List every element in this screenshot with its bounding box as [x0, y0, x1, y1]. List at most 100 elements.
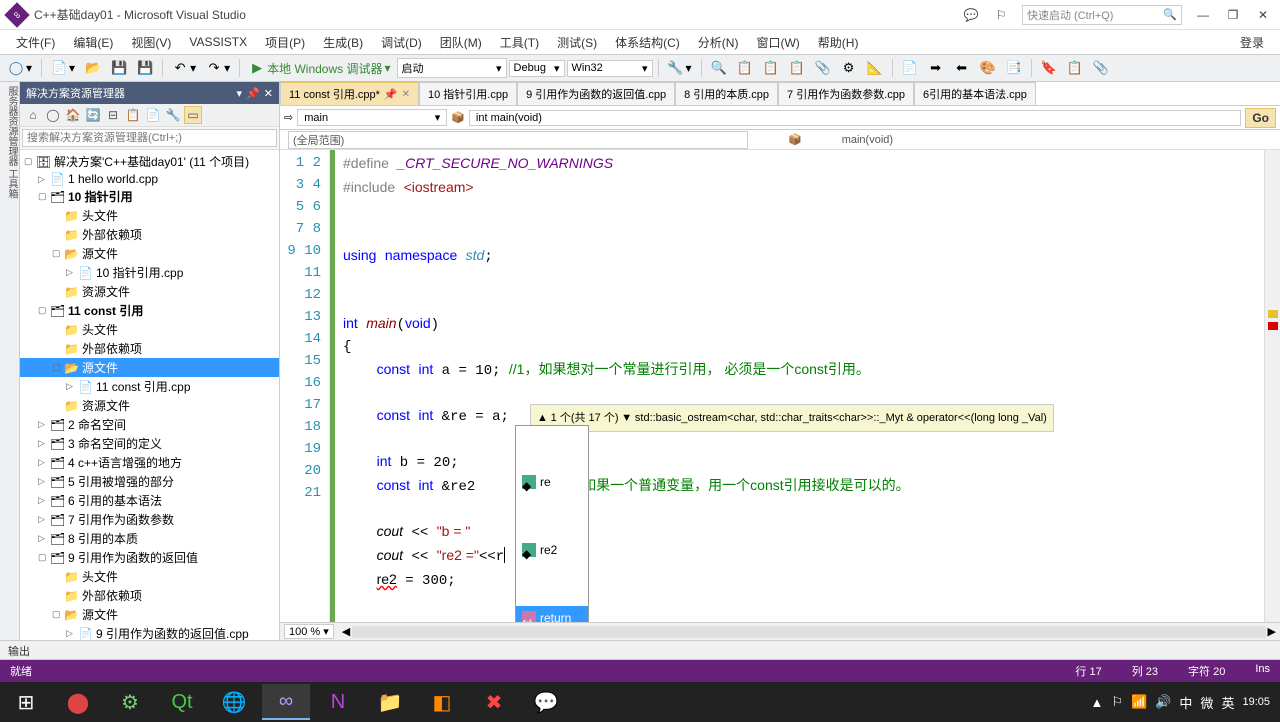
- intellisense-item-selected[interactable]: ↩return: [516, 606, 588, 622]
- tree-item[interactable]: ▷📄1 hello world.cpp: [20, 171, 279, 187]
- scope-left-dropdown[interactable]: (全局范围): [288, 131, 748, 149]
- tray-clock[interactable]: 19:05: [1242, 696, 1270, 708]
- tb-icon-9[interactable]: 📄: [898, 58, 922, 78]
- config-dropdown[interactable]: Debug▾: [509, 60, 565, 77]
- tree-item[interactable]: 📁资源文件: [20, 396, 279, 415]
- tree-item[interactable]: 📁头文件: [20, 206, 279, 225]
- tab[interactable]: 8 引用的本质.cpp: [675, 82, 778, 105]
- tree-item[interactable]: ▷📄11 const 引用.cpp: [20, 377, 279, 396]
- zoom-dropdown[interactable]: 100 % ▾: [284, 624, 334, 639]
- tab[interactable]: 7 引用作为函数参数.cpp: [778, 82, 914, 105]
- tree-item[interactable]: ▷🗂6 引用的基本语法: [20, 491, 279, 510]
- intellisense-list[interactable]: ◆re ◆re2 ↩return ↩rewind: [515, 425, 589, 622]
- menu-build[interactable]: 生成(B): [315, 32, 371, 53]
- tree-item[interactable]: ▷🗂4 c++语言增强的地方: [20, 453, 279, 472]
- tb-icon-1[interactable]: 🔧▾: [664, 58, 696, 78]
- tb-icon-7[interactable]: ⚙: [837, 58, 861, 78]
- properties-icon[interactable]: 🔧: [164, 106, 182, 124]
- scroll-marker[interactable]: [1264, 150, 1280, 622]
- tab[interactable]: 10 指针引用.cpp: [419, 82, 517, 105]
- menu-help[interactable]: 帮助(H): [810, 32, 867, 53]
- tb-icon-10[interactable]: ➡: [924, 58, 948, 78]
- tray-ime-icon[interactable]: 中: [1179, 693, 1192, 712]
- menu-analyze[interactable]: 分析(N): [690, 32, 747, 53]
- preview-icon[interactable]: ▭: [184, 106, 202, 124]
- menu-project[interactable]: 项目(P): [257, 32, 313, 53]
- menu-window[interactable]: 窗口(W): [748, 32, 807, 53]
- close-icon[interactable]: ✕: [264, 87, 273, 100]
- task-chrome-icon[interactable]: 🌐: [210, 684, 258, 720]
- save-button[interactable]: 💾: [107, 58, 131, 78]
- tb-icon-16[interactable]: 📎: [1089, 58, 1113, 78]
- tray-ime-icon-2[interactable]: 微: [1200, 693, 1213, 712]
- tree-item[interactable]: 📁外部依赖项: [20, 225, 279, 244]
- tray-up-icon[interactable]: ▲: [1091, 695, 1104, 710]
- hscroll-right-icon[interactable]: ▶: [1268, 625, 1276, 638]
- tray-network-icon[interactable]: 📶: [1131, 694, 1147, 710]
- filter-icon[interactable]: 📋: [124, 106, 142, 124]
- tb-icon-15[interactable]: 📋: [1063, 58, 1087, 78]
- restore-button[interactable]: ❐: [1224, 6, 1242, 24]
- task-explorer-icon[interactable]: 📁: [366, 684, 414, 720]
- tab-active[interactable]: 11 const 引用.cpp* 📌 ✕: [280, 81, 419, 105]
- menu-tools[interactable]: 工具(T): [492, 32, 547, 53]
- menu-architecture[interactable]: 体系结构(C): [607, 32, 688, 53]
- chat-icon[interactable]: 💬: [962, 6, 980, 24]
- quick-launch-input[interactable]: 快速启动 (Ctrl+Q) 🔍: [1022, 5, 1182, 25]
- back-button[interactable]: ◯▾: [4, 58, 36, 78]
- show-all-icon[interactable]: 📄: [144, 106, 162, 124]
- minimize-button[interactable]: —: [1194, 6, 1212, 24]
- tree-item[interactable]: ▢📂源文件: [20, 605, 279, 624]
- tb-icon-5[interactable]: 📋: [785, 58, 809, 78]
- tree-item[interactable]: 📁头文件: [20, 320, 279, 339]
- tab[interactable]: 6引用的基本语法.cpp: [914, 82, 1036, 105]
- tree-item[interactable]: 📁外部依赖项: [20, 339, 279, 358]
- collapse-icon[interactable]: ⊟: [104, 106, 122, 124]
- platform-dropdown[interactable]: 启动▾: [397, 58, 507, 78]
- home-icon[interactable]: ⌂: [24, 106, 42, 124]
- back-icon[interactable]: ◯: [44, 106, 62, 124]
- solexp-search-input[interactable]: [22, 129, 277, 147]
- task-chat-icon[interactable]: 💬: [522, 684, 570, 720]
- task-gear-icon[interactable]: ⚙: [106, 684, 154, 720]
- flag-icon[interactable]: ⚐: [992, 6, 1010, 24]
- menu-team[interactable]: 团队(M): [432, 32, 490, 53]
- tree-item[interactable]: ▢🗂11 const 引用: [20, 301, 279, 320]
- tree-root[interactable]: ▢🗄 解决方案'C++基础day01' (11 个项目): [20, 152, 279, 171]
- tree-item[interactable]: ▷🗂2 命名空间: [20, 415, 279, 434]
- undo-button[interactable]: ↶▾: [168, 58, 200, 78]
- go-button[interactable]: Go: [1245, 108, 1276, 128]
- tb-icon-14[interactable]: 🔖: [1037, 58, 1061, 78]
- new-button[interactable]: 📄▾: [47, 58, 79, 78]
- refresh-icon[interactable]: 🔄: [84, 106, 102, 124]
- tb-icon-8[interactable]: 📐: [863, 58, 887, 78]
- intellisense-item[interactable]: ◆re: [516, 470, 588, 494]
- hscrollbar[interactable]: [352, 626, 1265, 638]
- task-onenote-icon[interactable]: N: [314, 684, 362, 720]
- tree-item[interactable]: ▷📄9 引用作为函数的返回值.cpp: [20, 624, 279, 640]
- tb-icon-13[interactable]: 📑: [1002, 58, 1026, 78]
- nav-fn-icon[interactable]: 📦: [451, 111, 465, 124]
- task-qt-icon[interactable]: Qt: [158, 684, 206, 720]
- task-record-icon[interactable]: ⬤: [54, 684, 102, 720]
- tb-icon-3[interactable]: 📋: [733, 58, 757, 78]
- open-button[interactable]: 📂: [81, 58, 105, 78]
- code-editor[interactable]: 1 2 3 4 5 6 7 8 9 10 11 12 13 14 15 16 1…: [280, 150, 1280, 622]
- menu-debug[interactable]: 调试(D): [373, 32, 430, 53]
- pin-icon[interactable]: 📌: [246, 87, 260, 100]
- intellisense-item[interactable]: ◆re2: [516, 538, 588, 562]
- tree-item[interactable]: ▷🗂5 引用被增强的部分: [20, 472, 279, 491]
- task-app-icon[interactable]: ◧: [418, 684, 466, 720]
- tb-icon-11[interactable]: ⬅: [950, 58, 974, 78]
- output-panel-header[interactable]: 输出: [0, 640, 1280, 660]
- nav-member-dropdown[interactable]: int main(void): [469, 110, 1241, 126]
- tree-item[interactable]: 📁外部依赖项: [20, 586, 279, 605]
- left-rail[interactable]: 服务器资源管理器 工具箱: [0, 82, 20, 640]
- menu-test[interactable]: 测试(S): [549, 32, 605, 53]
- tree-item[interactable]: ▢📂源文件: [20, 244, 279, 263]
- tree-item[interactable]: ▷🗂7 引用作为函数参数: [20, 510, 279, 529]
- tb-icon-2[interactable]: 🔍: [707, 58, 731, 78]
- tray-flag-icon[interactable]: ⚐: [1111, 694, 1123, 710]
- start-button[interactable]: ⊞: [2, 684, 50, 720]
- menu-edit[interactable]: 编辑(E): [65, 32, 121, 53]
